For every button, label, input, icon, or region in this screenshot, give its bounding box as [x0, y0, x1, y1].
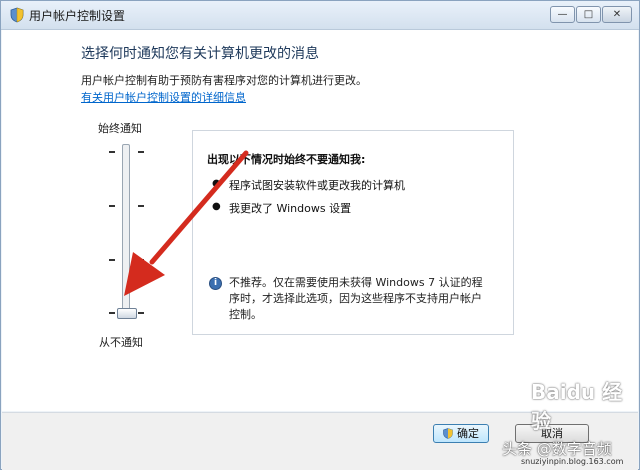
blog-url-watermark: snuziyinpin.blog.163.com [521, 457, 624, 466]
toutiao-watermark: 头条 @数字音频 [502, 440, 612, 458]
baidu-watermark: Baidu 经验 [531, 380, 623, 433]
